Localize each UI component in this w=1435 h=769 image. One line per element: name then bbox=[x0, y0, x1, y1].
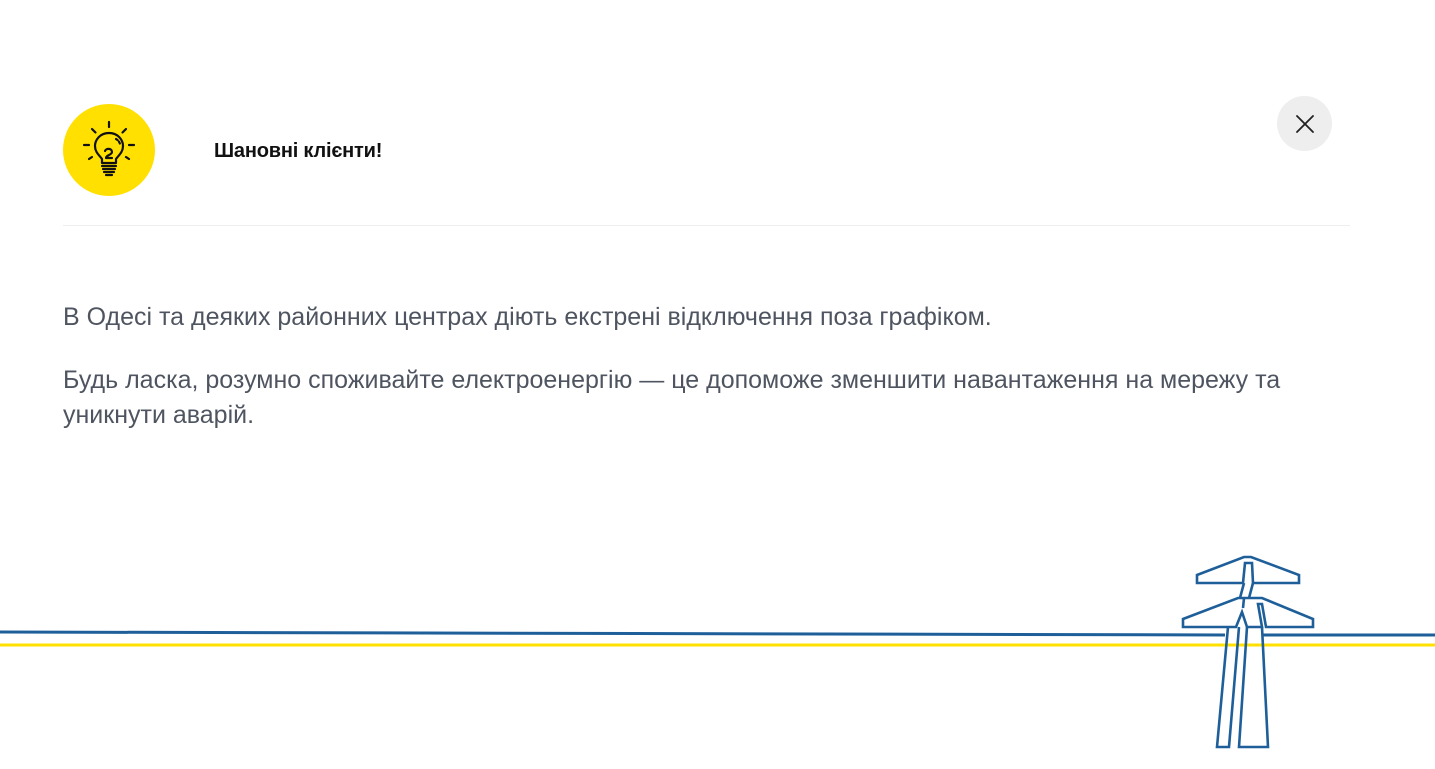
power-tower-icon bbox=[1181, 555, 1315, 749]
modal-header: Шановні клієнти! bbox=[63, 104, 1350, 198]
notice-paragraph-1: В Одесі та деяких районних центрах діють… bbox=[63, 303, 992, 331]
modal-title: Шановні клієнти! bbox=[214, 140, 383, 162]
lightbulb-icon bbox=[82, 120, 136, 177]
power-line-illustration bbox=[0, 555, 1435, 749]
header-divider bbox=[63, 225, 1350, 226]
blue-wire-left bbox=[0, 630, 1226, 637]
notice-paragraph-2: Будь ласка, розумно споживайте електроен… bbox=[63, 366, 1281, 429]
close-icon bbox=[1295, 114, 1314, 133]
modal-body: В Одесі та деяких районних центрах діють… bbox=[63, 300, 1323, 461]
lightbulb-badge bbox=[63, 104, 155, 196]
close-button[interactable] bbox=[1277, 96, 1332, 151]
notice-modal: Шановні клієнти! В Одесі та деяких район… bbox=[0, 0, 1435, 769]
